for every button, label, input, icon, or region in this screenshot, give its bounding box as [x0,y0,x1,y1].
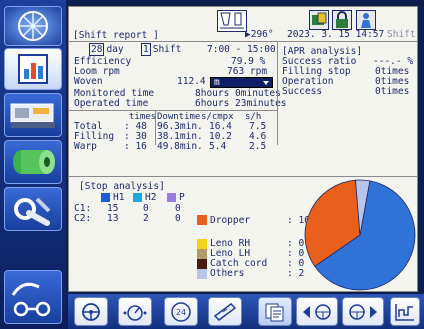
apr-divider [277,41,278,145]
legend-swatch-h2 [133,193,142,202]
cause-swatch-leno-lh [197,249,207,259]
legend-h1-label: H1 [113,192,125,203]
stop-analysis-title: [Stop analysis] [79,181,165,192]
fabric-roll-icon[interactable] [4,140,62,184]
report-chart-icon[interactable] [4,48,62,90]
apr-row-value: 0times [375,86,410,97]
table-divider [155,111,156,145]
shift-indicator: Shift [387,29,416,40]
cause-swatch-leno-rh [197,239,207,249]
legend-h2-label: H2 [145,192,157,203]
chevron-down-icon [263,81,269,85]
svg-text:24: 24 [176,308,186,317]
cause-swatch-others [197,269,207,279]
steering-wheel-icon[interactable] [74,297,108,326]
operated-time-label: Operated time [74,98,149,109]
page-title: [Shift report ] [73,30,159,41]
warp-beam-status-icon[interactable] [217,10,247,32]
24-hour-clock-icon[interactable]: 24 [164,297,198,326]
sidebar [0,0,66,329]
loom-machine-icon[interactable] [4,93,62,137]
trend-graph-icon[interactable] [390,297,420,326]
shift-report-panel: [Shift report ] ▶296° 2023. 3. 15 14:57 … [68,6,418,292]
date-time: 2023. 3. 15 14:57 [287,29,385,40]
table-cell: 49.8min. [157,141,203,152]
woven-unit-selected: m [214,77,220,88]
channel-h1-count: 13 [107,213,119,224]
table-cell: 2.5 [249,141,267,152]
loom-rpm-value: 763 rpm [227,66,268,77]
period-shift-selector[interactable]: 1 Shift [141,43,181,56]
bottom-toolbar: 24 [68,294,424,329]
maintenance-wrench-icon[interactable] [4,187,62,231]
shuttle-icon[interactable] [208,297,242,326]
cause-value: : 2 [287,268,305,279]
operator-icon[interactable] [356,10,376,30]
id-card-icon[interactable] [309,10,329,30]
logo-emblem-icon[interactable] [4,6,62,46]
woven-label: Woven [74,76,103,87]
report-pages-icon[interactable] [258,297,292,326]
table-cell: : 16 [124,141,147,152]
woven-unit-dropdown[interactable]: m [210,77,273,88]
lock-icon[interactable] [332,10,352,30]
shift-time-range: 7:00 - 15:00 [207,44,276,55]
stats-divider [69,110,277,111]
cause-label: Others [210,268,245,279]
table-row-label: Warp [74,141,97,152]
next-page-button[interactable] [342,297,384,326]
cause-swatch-dropper [197,215,207,225]
table-cell: 5.4 [209,141,227,152]
operator-machine-icon[interactable] [4,270,62,324]
woven-value: 112.4 [177,76,206,87]
channel-p-count: 0 [175,213,181,224]
apr-row-label: Success [282,86,323,97]
channel-label: C2: [74,213,92,224]
period-day-selector[interactable]: 28 day [89,43,124,56]
channel-h2-count: 2 [143,213,149,224]
previous-page-button[interactable] [296,297,338,326]
legend-swatch-h1 [101,193,110,202]
speed-dial-icon[interactable] [118,297,152,326]
header-divider [69,41,417,42]
table-divider [69,176,417,177]
cause-label: Dropper [210,215,251,226]
cause-swatch-catch-cord [197,259,207,269]
loom-angle: ▶296° [245,29,274,40]
operated-time-value: 6hours 23minutes [195,98,287,109]
stop-pie-chart [304,179,416,291]
legend-swatch-p [167,193,176,202]
legend-p-label: P [179,192,185,203]
